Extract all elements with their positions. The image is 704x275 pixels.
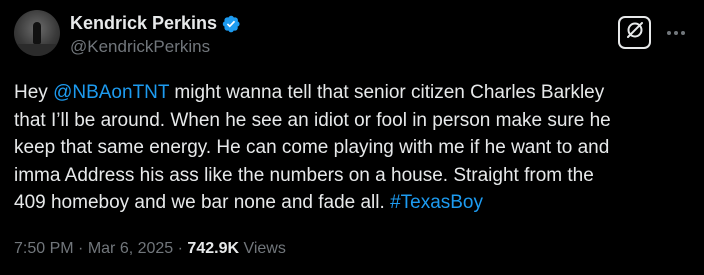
tweet-metadata: 7:50 PM · Mar 6, 2025 · 742.9K Views bbox=[14, 240, 286, 258]
tweet-line: Hey @NBAonTNT might wanna tell that seni… bbox=[14, 79, 684, 107]
mention-link[interactable]: @NBAonTNT bbox=[53, 82, 169, 103]
tweet-line: that I’ll be around. When he see an idio… bbox=[14, 109, 611, 131]
tweet-line: 409 homeboy and we bar none and fade all… bbox=[14, 189, 684, 217]
author-display-name[interactable]: Kendrick Perkins bbox=[70, 13, 217, 34]
tweet-time[interactable]: 7:50 PM bbox=[14, 240, 74, 257]
verified-badge-icon bbox=[221, 14, 241, 34]
avatar-figure bbox=[33, 22, 41, 44]
meta-separator: · bbox=[173, 240, 188, 257]
tweet-text-segment: Hey bbox=[14, 82, 54, 103]
tweet-text-segment: might wanna tell that senior citizen Cha… bbox=[169, 82, 605, 103]
hashtag-link[interactable]: #TexasBoy bbox=[390, 192, 483, 213]
views-count: 742.9K bbox=[187, 240, 240, 257]
more-dots-icon bbox=[666, 23, 686, 41]
tweet-line: keep that same energy. He can come playi… bbox=[14, 137, 610, 158]
meta-separator: · bbox=[73, 240, 88, 257]
avatar-ground bbox=[14, 44, 60, 56]
more-options-button[interactable] bbox=[664, 20, 688, 44]
tweet-line: imma Address his ass like the numbers on… bbox=[14, 164, 594, 186]
tweet-text: Hey @NBAonTNT might wanna tell that seni… bbox=[14, 79, 684, 217]
tweet-text-segment: 409 homeboy and we bar none and fade all… bbox=[14, 192, 391, 213]
views-label: Views bbox=[239, 240, 286, 257]
author-name-row: Kendrick Perkins bbox=[70, 13, 241, 34]
author-handle[interactable]: @KendrickPerkins bbox=[70, 37, 210, 57]
grok-button[interactable] bbox=[618, 16, 651, 49]
avatar[interactable] bbox=[14, 10, 60, 56]
grok-icon bbox=[625, 20, 645, 45]
tweet-date[interactable]: Mar 6, 2025 bbox=[88, 240, 173, 257]
tweet-card: Kendrick Perkins @KendrickPerkins Hey @N… bbox=[0, 0, 704, 275]
